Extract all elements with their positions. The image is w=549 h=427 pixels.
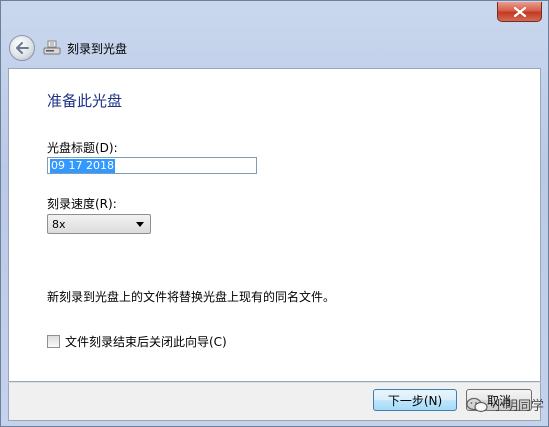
watermark-text: 小明同学 — [491, 399, 544, 414]
disc-title-input[interactable]: 09 17 2018 — [47, 157, 257, 174]
disc-title-label: 光盘标题(D): — [47, 141, 118, 155]
page-title: 准备此光盘 — [47, 92, 123, 110]
watermark: 小明同学 — [466, 395, 544, 414]
wizard-header-title: 刻录到光盘 — [67, 41, 128, 56]
burn-speed-value: 8x — [52, 217, 66, 231]
disc-drive-icon — [43, 40, 61, 55]
burn-speed-select[interactable]: 8x — [47, 214, 151, 234]
close-button[interactable] — [497, 2, 542, 22]
wizard-window: 刻录到光盘 准备此光盘 光盘标题(D): 09 17 2018 刻录速度(R):… — [0, 0, 549, 427]
close-wizard-option[interactable]: 文件刻录结束后关闭此向导(C) — [47, 333, 227, 350]
next-button[interactable]: 下一步(N) — [373, 389, 457, 411]
wizard-content: 准备此光盘 光盘标题(D): 09 17 2018 刻录速度(R): 8x 新刻… — [8, 68, 541, 382]
close-wizard-checkbox-label[interactable]: 文件刻录结束后关闭此向导(C) — [65, 333, 227, 350]
wizard-header: 刻录到光盘 — [9, 31, 540, 65]
button-bar: 下一步(N) 取消 — [8, 382, 541, 421]
burn-speed-label: 刻录速度(R): — [47, 197, 117, 211]
close-wizard-checkbox[interactable] — [47, 335, 60, 348]
overwrite-notice: 新刻录到光盘上的文件将替换光盘上现有的同名文件。 — [47, 290, 336, 304]
back-arrow-icon — [16, 42, 29, 54]
wechat-icon — [466, 397, 488, 412]
close-icon — [513, 6, 526, 17]
back-button[interactable] — [9, 35, 35, 61]
disc-title-value: 09 17 2018 — [50, 158, 115, 173]
chevron-down-icon — [136, 221, 144, 227]
